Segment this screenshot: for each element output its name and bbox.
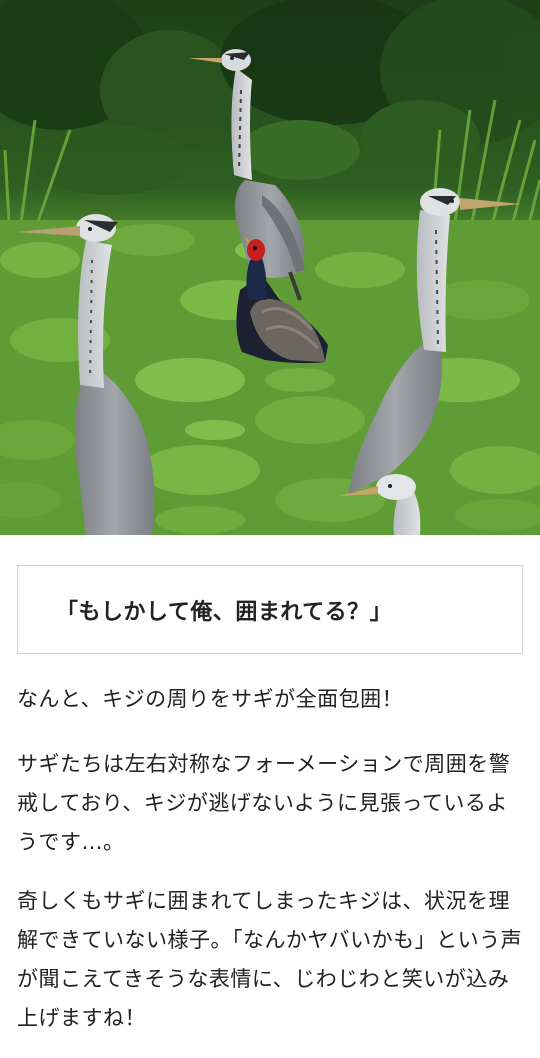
paragraph: サギたちは左右対称なフォーメーションで周囲を警戒しており、キジが逃げないように見… [17, 752, 511, 854]
article-body: なんと、キジの周りをサギが全面包囲！ サギたちは左右対称なフォーメーションで周囲… [17, 680, 525, 1058]
paragraph: 奇しくもサギに囲まれてしまったキジは、状況を理解できていない様子。「なんかヤバい… [17, 889, 523, 1030]
photo-illustration [0, 0, 540, 535]
background-leaves [0, 0, 540, 195]
article-photo [0, 0, 540, 535]
paragraph: なんと、キジの周りをサギが全面包囲！ [17, 687, 404, 711]
quote-text: 「もしかして俺、囲まれてる？」 [56, 599, 393, 625]
quote-box: 「もしかして俺、囲まれてる？」 [17, 565, 523, 654]
